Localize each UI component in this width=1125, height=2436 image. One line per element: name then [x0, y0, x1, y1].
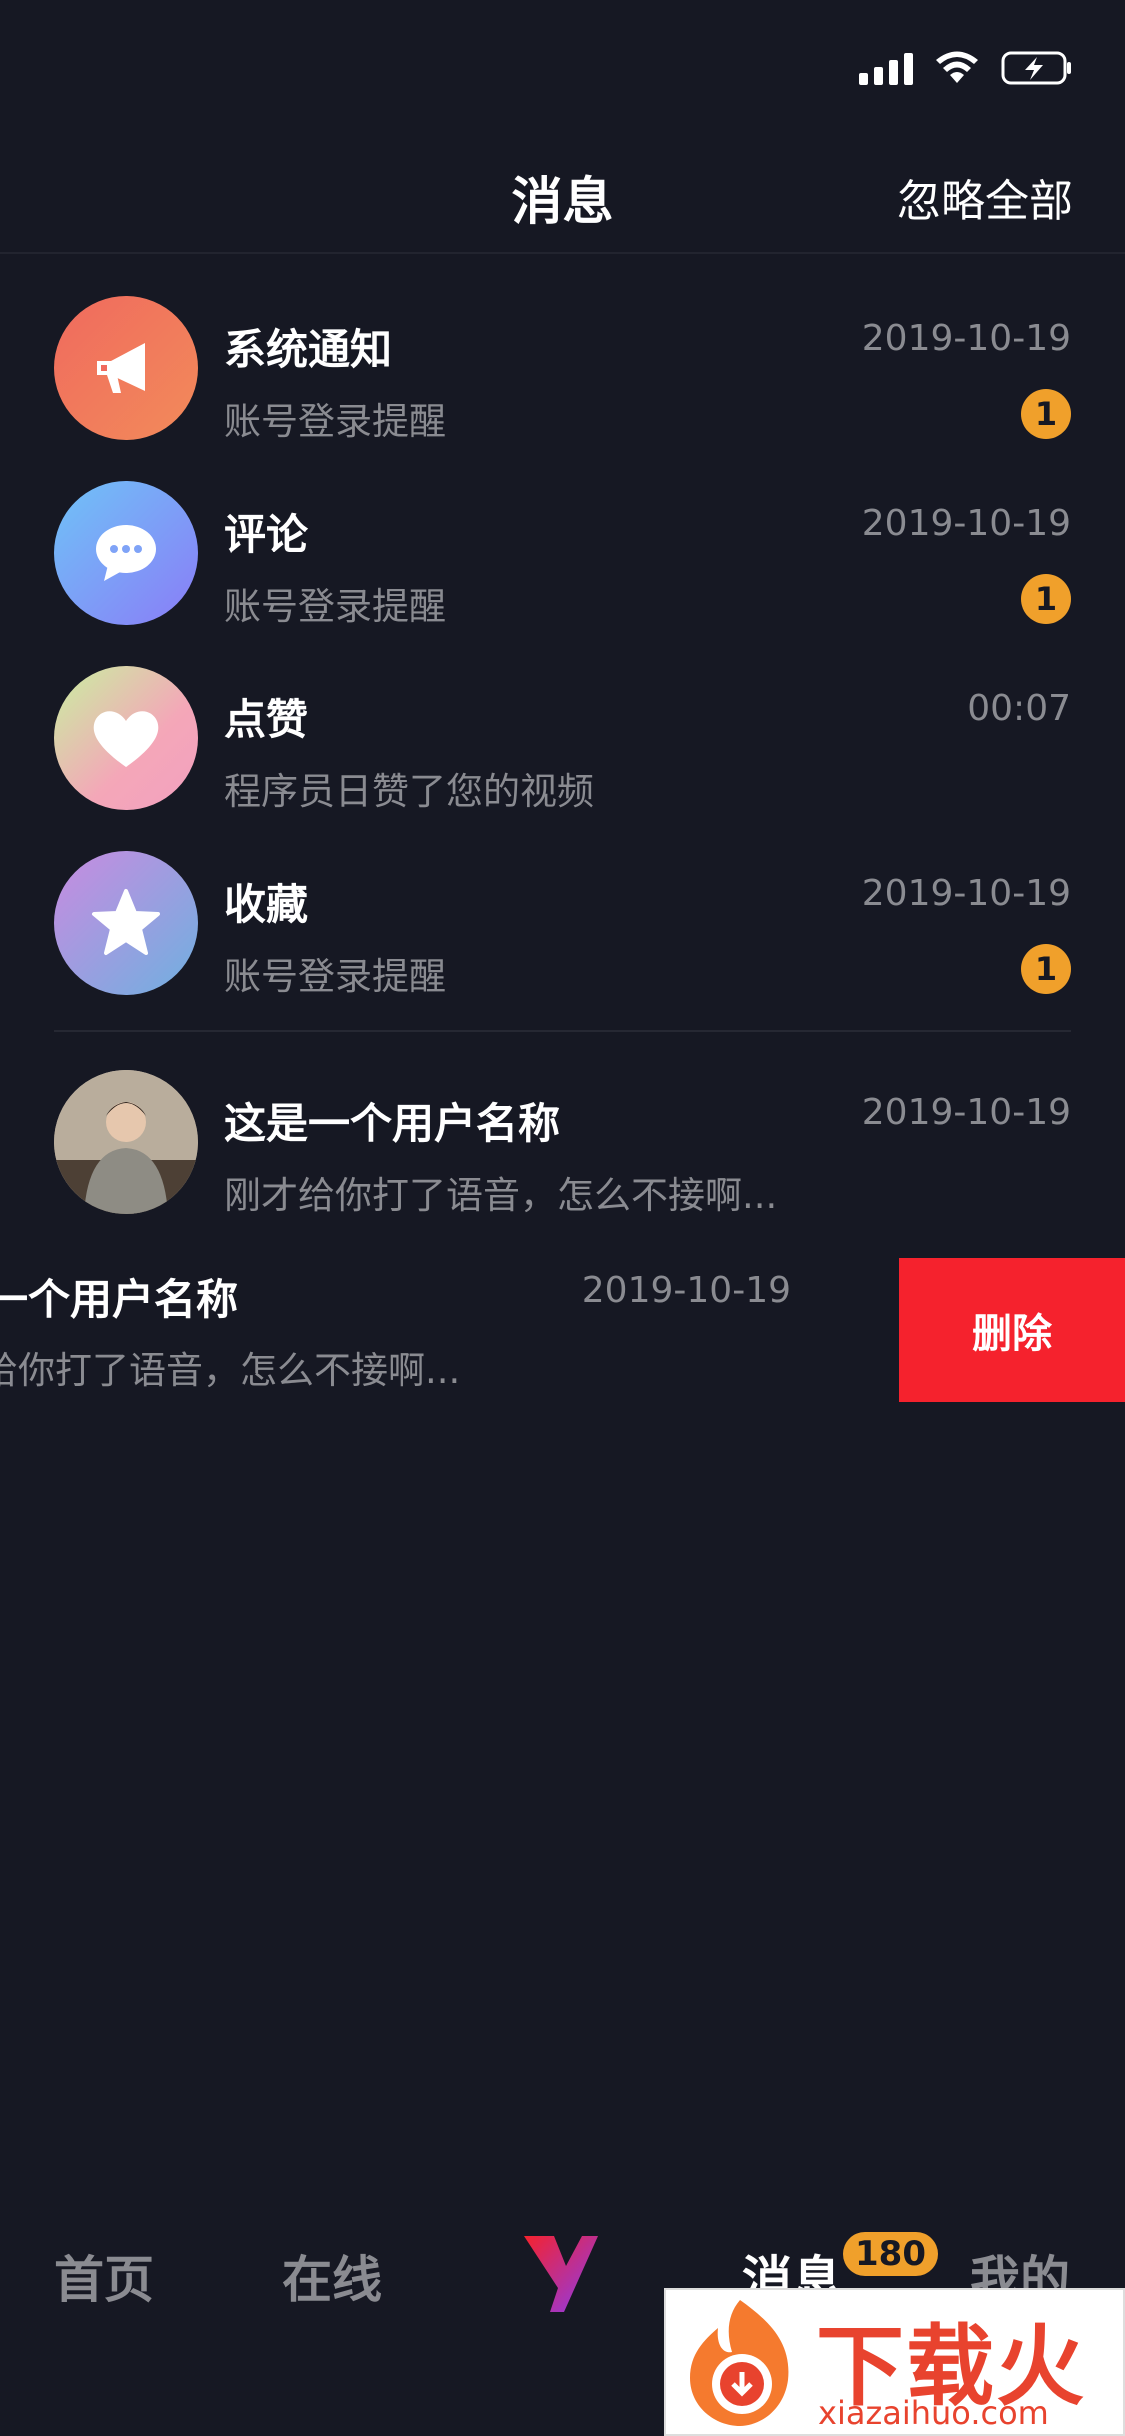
- chat-row[interactable]: 这是一个用户名称 刚才给你打了语音，怎么不接啊... 2019-10-19: [0, 1030, 1125, 1217]
- chat-username: 这是一个用户名称: [224, 1099, 561, 1148]
- battery-charging-icon: [1001, 51, 1071, 85]
- megaphone-icon: [97, 343, 145, 393]
- unread-badge: 1: [1021, 944, 1071, 994]
- chat-preview: 才给你打了语音，怎么不接啊...: [0, 1349, 461, 1392]
- chat-preview: 刚才给你打了语音，怎么不接啊...: [224, 1174, 778, 1217]
- tab-home[interactable]: 首页: [54, 2240, 154, 2312]
- message-preview: 程序员日赞了您的视频: [224, 770, 594, 813]
- status-icons: [859, 50, 1073, 86]
- status-bar: [0, 0, 1125, 140]
- message-row-system[interactable]: 系统通知 账号登录提醒 2019-10-19 1: [0, 256, 1125, 443]
- navigation-header: 消息 忽略全部: [0, 140, 1125, 254]
- message-time: 2019-10-19: [861, 503, 1071, 544]
- system-notification-avatar: [54, 296, 198, 440]
- swiped-chat-row[interactable]: 是一个用户名称 才给你打了语音，怎么不接啊... 2019-10-19: [0, 1230, 845, 1415]
- message-title: 收藏: [224, 880, 309, 929]
- chat-username: 是一个用户名称: [0, 1275, 239, 1324]
- chat-time: 2019-10-19: [581, 1270, 791, 1311]
- app-logo-tab[interactable]: [520, 2232, 600, 2322]
- cellular-signal-icon: [859, 51, 913, 85]
- message-time: 00:07: [967, 688, 1071, 729]
- chat-bubble-icon: [96, 525, 156, 581]
- fire-logo-icon: [690, 2300, 789, 2426]
- message-title: 评论: [224, 510, 309, 559]
- heart-icon: [93, 711, 159, 767]
- message-row-favorite[interactable]: 收藏 账号登录提醒 2019-10-19 1: [0, 811, 1125, 998]
- unread-badge: 1: [1021, 574, 1071, 624]
- message-row-comment[interactable]: 评论 账号登录提醒 2019-10-19 1: [0, 441, 1125, 628]
- tab-online[interactable]: 在线: [282, 2240, 382, 2312]
- wifi-icon: [936, 51, 978, 83]
- user-photo-icon: [54, 1070, 198, 1214]
- star-icon: [92, 889, 160, 955]
- delete-button[interactable]: 删除: [899, 1258, 1125, 1402]
- message-preview: 账号登录提醒: [224, 585, 446, 628]
- user-avatar: [54, 1070, 198, 1214]
- comment-avatar: [54, 481, 198, 625]
- messages-count-badge: 180: [843, 2232, 938, 2276]
- message-time: 2019-10-19: [861, 873, 1071, 914]
- favorite-avatar: [54, 851, 198, 995]
- message-row-like[interactable]: 点赞 程序员日赞了您的视频 00:07: [0, 626, 1125, 813]
- app-logo-icon: [524, 2236, 598, 2312]
- message-preview: 账号登录提醒: [224, 955, 446, 998]
- message-title: 点赞: [224, 695, 309, 744]
- watermark: 下载火 xiazaihuo.com: [664, 2288, 1125, 2436]
- message-title: 系统通知: [224, 325, 393, 374]
- ignore-all-button[interactable]: 忽略全部: [897, 165, 1073, 229]
- message-preview: 账号登录提醒: [224, 400, 446, 443]
- watermark-site: xiazaihuo.com: [818, 2394, 1049, 2432]
- unread-badge: 1: [1021, 389, 1071, 439]
- like-avatar: [54, 666, 198, 810]
- chat-time: 2019-10-19: [861, 1092, 1071, 1133]
- message-time: 2019-10-19: [861, 318, 1071, 359]
